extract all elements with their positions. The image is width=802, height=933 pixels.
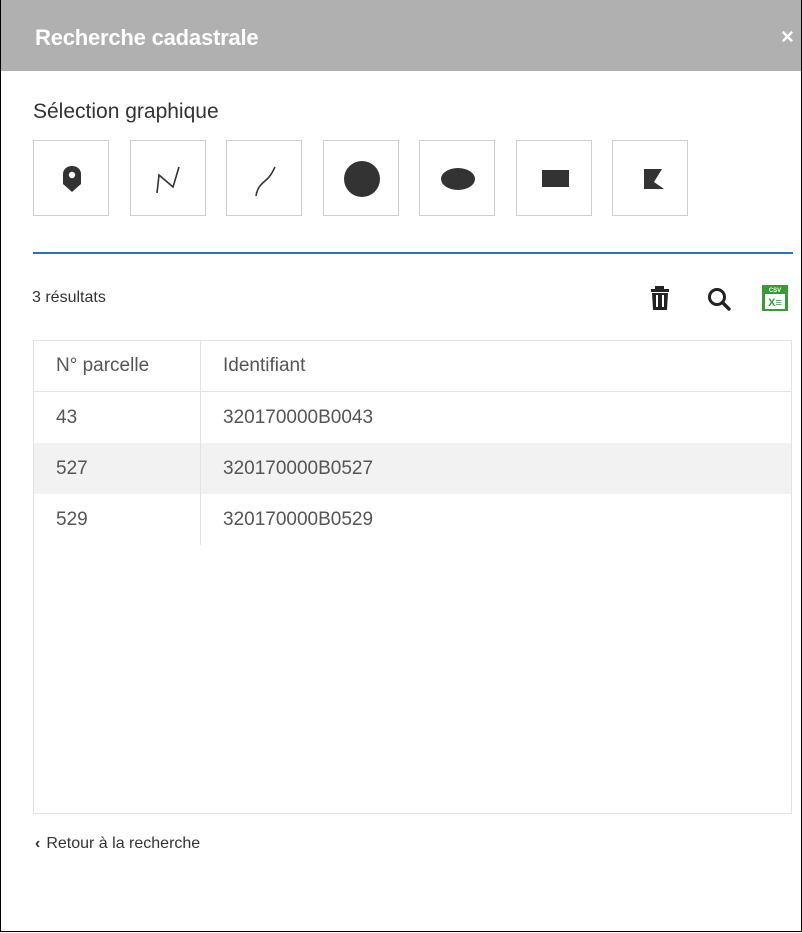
back-to-search-label: Retour à la recherche (46, 835, 201, 852)
freehand-line-icon (255, 166, 276, 197)
cadastral-search-panel: Recherche cadastrale × Sélection graphiq… (0, 0, 802, 932)
identifier-cell: 320170000B0529 (223, 508, 374, 530)
table-header-row: N° parcelle Identifiant (34, 341, 791, 392)
panel-title: Recherche cadastrale (35, 25, 259, 50)
polyline-tool-button[interactable] (130, 140, 206, 216)
circle-icon (344, 161, 380, 197)
polyline-icon (156, 166, 180, 194)
column-header-parcel-number[interactable]: N° parcelle (34, 341, 201, 392)
rectangle-icon (542, 170, 569, 187)
polygon-icon (644, 169, 664, 189)
search-icon (708, 288, 731, 311)
identifier-cell: 320170000B0043 (223, 406, 374, 428)
results-table: N° parcelle Identifiant 43 320170000B004… (33, 340, 792, 814)
parcel-number-cell: 43 (34, 391, 201, 443)
freehand-line-tool-button[interactable] (226, 140, 302, 216)
export-csv-button[interactable]: CSV X≡ (761, 284, 789, 312)
csv-badge-text: CSV (769, 288, 781, 294)
ellipse-icon (441, 168, 475, 190)
csv-export-icon: CSV X≡ (762, 285, 788, 311)
parcel-number-cell: 529 (34, 494, 201, 545)
table-row[interactable]: 529 320170000B0529 (34, 494, 791, 545)
close-icon[interactable]: × (781, 26, 794, 48)
column-header-identifier[interactable]: Identifiant (200, 341, 791, 392)
table-row[interactable]: 527 320170000B0527 (34, 443, 791, 494)
clear-results-button[interactable] (647, 284, 675, 312)
parcel-number-cell: 527 (34, 443, 201, 494)
polygon-tool-button[interactable] (612, 140, 688, 216)
point-tool-button[interactable] (33, 140, 109, 216)
rectangle-tool-button[interactable] (516, 140, 592, 216)
section-divider (33, 252, 793, 254)
graphic-selection-label: Sélection graphique (33, 100, 219, 123)
zoom-to-results-button[interactable] (705, 284, 733, 312)
trash-icon (651, 286, 669, 310)
ellipse-tool-button[interactable] (419, 140, 495, 216)
back-to-search-link[interactable]: ‹ Retour à la recherche (35, 835, 200, 853)
circle-tool-button[interactable] (323, 140, 399, 216)
table-row[interactable]: 43 320170000B0043 (34, 391, 791, 443)
results-count: 3 résultats (32, 289, 106, 306)
identifier-cell: 320170000B0527 (200, 443, 791, 494)
point-marker-icon (63, 166, 81, 192)
chevron-left-icon: ‹ (35, 835, 41, 852)
panel-titlebar: Recherche cadastrale × (1, 0, 801, 71)
csv-sheet-text: X≡ (768, 297, 782, 309)
